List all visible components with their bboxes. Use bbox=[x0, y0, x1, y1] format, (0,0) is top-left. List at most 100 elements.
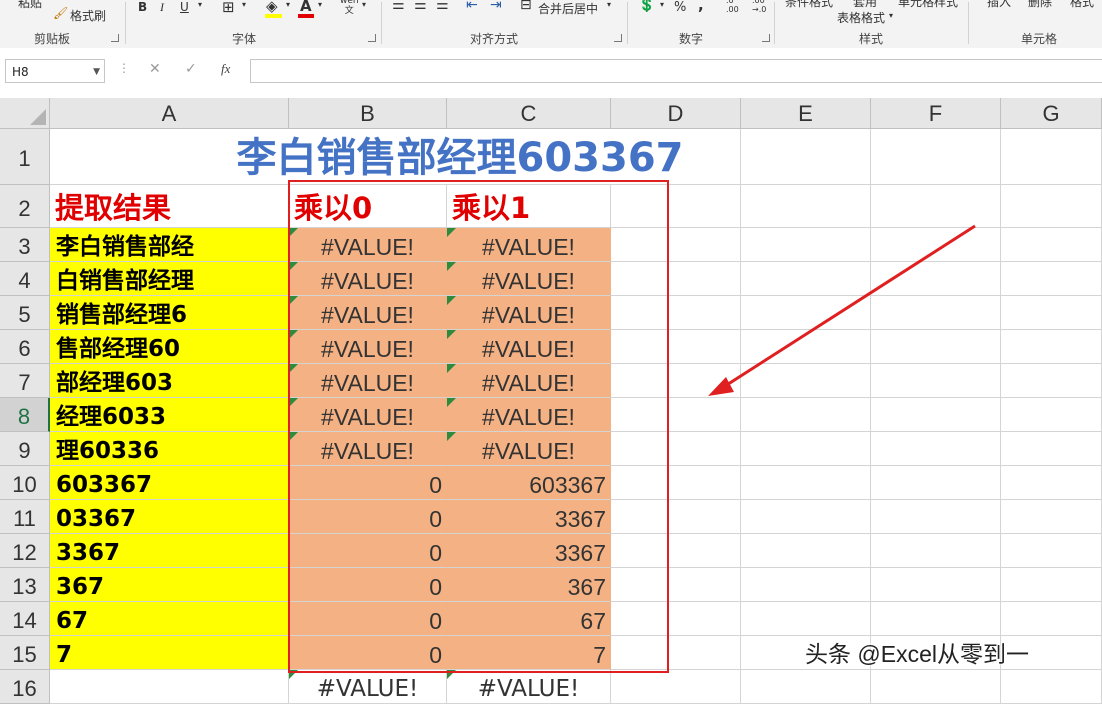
cell-B13[interactable]: 0 bbox=[289, 568, 447, 602]
merge-dropdown-icon[interactable]: ▾ bbox=[607, 0, 611, 9]
error-indicator-icon[interactable] bbox=[289, 398, 298, 407]
insert-function-icon[interactable]: fx bbox=[221, 61, 230, 77]
error-indicator-icon[interactable] bbox=[447, 296, 456, 305]
error-indicator-icon[interactable] bbox=[289, 670, 298, 679]
bold-button[interactable]: B bbox=[138, 0, 147, 14]
table-format-button[interactable]: 表格格式 bbox=[837, 9, 885, 26]
cell-B5[interactable]: #VALUE! bbox=[289, 296, 447, 330]
cancel-icon[interactable]: ✕ bbox=[149, 61, 161, 77]
font-color-dropdown-icon[interactable]: ▾ bbox=[318, 0, 322, 9]
cell-A15[interactable]: 7 bbox=[50, 636, 289, 670]
cell-B2[interactable]: 乘以0 bbox=[289, 185, 447, 228]
row-header-1[interactable]: 1 bbox=[0, 129, 50, 185]
increase-decimal-icon[interactable]: .0.00 bbox=[726, 0, 739, 14]
cell-G2[interactable] bbox=[1001, 185, 1102, 228]
row-header-5[interactable]: 5 bbox=[0, 296, 50, 330]
fill-color-icon[interactable]: ◈ bbox=[266, 0, 278, 15]
cell-C14[interactable]: 67 bbox=[447, 602, 611, 636]
cell-A10[interactable]: 603367 bbox=[50, 466, 289, 500]
column-header-C[interactable]: C bbox=[447, 98, 611, 129]
error-indicator-icon[interactable] bbox=[447, 228, 456, 237]
cell-D6[interactable] bbox=[611, 330, 741, 364]
cell-D8[interactable] bbox=[611, 398, 741, 432]
cell-D3[interactable] bbox=[611, 228, 741, 262]
accounting-format-icon[interactable]: 💲 bbox=[638, 0, 655, 13]
clipboard-launcher-icon[interactable] bbox=[111, 34, 119, 42]
cell-A6[interactable]: 售部经理60 bbox=[50, 330, 289, 364]
cell-A14[interactable]: 67 bbox=[50, 602, 289, 636]
cell-E13[interactable] bbox=[741, 568, 871, 602]
cell-E10[interactable] bbox=[741, 466, 871, 500]
cell-E7[interactable] bbox=[741, 364, 871, 398]
cell-D10[interactable] bbox=[611, 466, 741, 500]
cell-F1[interactable] bbox=[871, 129, 1001, 185]
font-launcher-icon[interactable] bbox=[368, 34, 376, 42]
cell-G13[interactable] bbox=[1001, 568, 1102, 602]
cell-C10[interactable]: 603367 bbox=[447, 466, 611, 500]
cell-A16[interactable] bbox=[50, 670, 289, 704]
cell-G7[interactable] bbox=[1001, 364, 1102, 398]
cell-C4[interactable]: #VALUE! bbox=[447, 262, 611, 296]
cell-G8[interactable] bbox=[1001, 398, 1102, 432]
cell-A8[interactable]: 经理6033 bbox=[50, 398, 289, 432]
cell-G1[interactable] bbox=[1001, 129, 1102, 185]
font-color-icon[interactable]: A bbox=[300, 0, 312, 15]
decrease-indent-icon[interactable]: ⇤ bbox=[466, 0, 478, 13]
merge-center-button[interactable]: 合并后居中 bbox=[538, 0, 598, 17]
column-header-B[interactable]: B bbox=[289, 98, 447, 129]
cell-E9[interactable] bbox=[741, 432, 871, 466]
merge-center-icon[interactable]: ⊟ bbox=[520, 0, 532, 13]
cell-B7[interactable]: #VALUE! bbox=[289, 364, 447, 398]
cell-G14[interactable] bbox=[1001, 602, 1102, 636]
percent-button[interactable]: % bbox=[674, 0, 686, 15]
cell-D16[interactable] bbox=[611, 670, 741, 704]
column-header-A[interactable]: A bbox=[50, 98, 289, 129]
increase-indent-icon[interactable]: ⇥ bbox=[490, 0, 502, 13]
error-indicator-icon[interactable] bbox=[447, 432, 456, 441]
cell-C5[interactable]: #VALUE! bbox=[447, 296, 611, 330]
cell-F6[interactable] bbox=[871, 330, 1001, 364]
row-header-13[interactable]: 13 bbox=[0, 568, 50, 602]
row-header-10[interactable]: 10 bbox=[0, 466, 50, 500]
cell-E8[interactable] bbox=[741, 398, 871, 432]
select-all-button[interactable] bbox=[0, 98, 50, 129]
cell-B3[interactable]: #VALUE! bbox=[289, 228, 447, 262]
cell-C12[interactable]: 3367 bbox=[447, 534, 611, 568]
error-indicator-icon[interactable] bbox=[289, 364, 298, 373]
enter-icon[interactable]: ✓ bbox=[185, 61, 197, 77]
cell-G5[interactable] bbox=[1001, 296, 1102, 330]
row-header-3[interactable]: 3 bbox=[0, 228, 50, 262]
name-box[interactable]: H8 ▼ bbox=[5, 59, 105, 83]
underline-button[interactable]: U bbox=[180, 0, 189, 14]
cell-D9[interactable] bbox=[611, 432, 741, 466]
cell-F2[interactable] bbox=[871, 185, 1001, 228]
conditional-format-button[interactable]: 条件格式 bbox=[785, 0, 833, 10]
borders-dropdown-icon[interactable]: ▾ bbox=[242, 0, 246, 9]
cell-C3[interactable]: #VALUE! bbox=[447, 228, 611, 262]
cell-C9[interactable]: #VALUE! bbox=[447, 432, 611, 466]
cell-F11[interactable] bbox=[871, 500, 1001, 534]
alignment-launcher-icon[interactable] bbox=[614, 34, 622, 42]
cell-E12[interactable] bbox=[741, 534, 871, 568]
phonetic-dropdown-icon[interactable]: ▾ bbox=[362, 0, 366, 9]
column-header-E[interactable]: E bbox=[741, 98, 871, 129]
formula-input[interactable] bbox=[250, 59, 1102, 83]
cell-D15[interactable] bbox=[611, 636, 741, 670]
paste-button[interactable]: 粘贴 bbox=[18, 0, 42, 11]
number-launcher-icon[interactable] bbox=[762, 34, 770, 42]
error-indicator-icon[interactable] bbox=[289, 228, 298, 237]
cell-B14[interactable]: 0 bbox=[289, 602, 447, 636]
cell-C2[interactable]: 乘以1 bbox=[447, 185, 611, 228]
cell-G12[interactable] bbox=[1001, 534, 1102, 568]
cell-B4[interactable]: #VALUE! bbox=[289, 262, 447, 296]
column-header-G[interactable]: G bbox=[1001, 98, 1102, 129]
cell-B9[interactable]: #VALUE! bbox=[289, 432, 447, 466]
cell-D7[interactable] bbox=[611, 364, 741, 398]
cell-E5[interactable] bbox=[741, 296, 871, 330]
format-painter-button[interactable]: 格式刷 bbox=[70, 7, 106, 24]
error-indicator-icon[interactable] bbox=[447, 330, 456, 339]
error-indicator-icon[interactable] bbox=[447, 670, 456, 679]
cell-G6[interactable] bbox=[1001, 330, 1102, 364]
cell-G9[interactable] bbox=[1001, 432, 1102, 466]
cell-F12[interactable] bbox=[871, 534, 1001, 568]
